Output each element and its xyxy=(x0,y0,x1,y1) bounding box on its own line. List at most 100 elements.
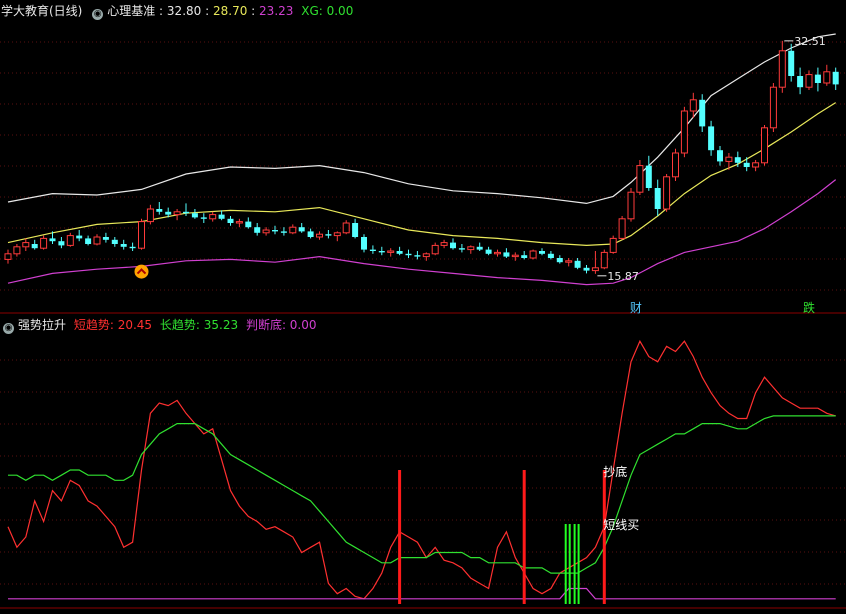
annotation-chaodi: 抄底 xyxy=(603,464,627,479)
candle-body xyxy=(476,246,483,250)
candle-body xyxy=(342,222,350,234)
candle-body xyxy=(663,176,671,210)
candle-body xyxy=(440,242,448,246)
candle-body xyxy=(396,251,403,254)
candle-body xyxy=(227,218,234,223)
candle-body xyxy=(654,188,661,209)
candle-body xyxy=(298,227,305,232)
candle-body xyxy=(618,218,626,239)
buy-signal-icon xyxy=(134,264,149,279)
candle-body xyxy=(316,233,323,238)
candle-body xyxy=(66,235,74,246)
candle-body xyxy=(797,76,804,88)
candle-body xyxy=(93,236,101,245)
candle-body xyxy=(699,99,706,127)
candle-body xyxy=(511,254,519,258)
candle-body xyxy=(4,253,12,260)
candle-body xyxy=(209,214,217,220)
candle-body xyxy=(76,235,83,239)
candle-body xyxy=(245,221,252,228)
candle-body xyxy=(191,213,198,218)
candle-body xyxy=(556,258,563,263)
candle-body xyxy=(743,162,750,167)
candle-body xyxy=(717,150,723,162)
candle-body xyxy=(503,252,510,257)
candle-body xyxy=(31,244,38,249)
chart-canvas: 32.51 15.87 财 跌 抄底 短线买 xyxy=(0,33,846,609)
candle-body xyxy=(450,242,456,249)
candle-body xyxy=(289,226,297,234)
candle-body xyxy=(467,246,475,251)
candle-body xyxy=(369,249,376,251)
candle-body xyxy=(102,237,109,240)
candle-body xyxy=(254,227,261,233)
series-short-line xyxy=(7,339,836,600)
candle-body xyxy=(539,251,545,254)
candle-body xyxy=(734,157,741,163)
candle-body xyxy=(458,248,465,250)
candle-body xyxy=(85,238,92,244)
candle-body xyxy=(645,165,652,188)
candle-body xyxy=(58,241,65,246)
candle-body xyxy=(832,71,839,85)
upper-band-line xyxy=(7,33,836,205)
candle-body xyxy=(591,267,599,272)
candle-body xyxy=(146,208,154,223)
annotation-duanxian: 短线买 xyxy=(603,518,639,532)
candle-body xyxy=(422,253,430,258)
candle-body xyxy=(547,253,554,258)
candle-body xyxy=(120,244,127,247)
series-judge-line xyxy=(8,587,836,600)
candle-body xyxy=(272,230,278,232)
candle-body xyxy=(156,209,163,212)
candle-body xyxy=(600,251,608,269)
candle-body xyxy=(173,211,181,216)
candle-body xyxy=(183,211,189,214)
candle-body xyxy=(788,50,795,76)
candle-body xyxy=(680,110,688,154)
candle-body xyxy=(672,152,679,178)
candle-body xyxy=(361,237,367,250)
candle-body xyxy=(307,231,314,237)
candle-body xyxy=(521,255,528,258)
candle-body xyxy=(138,221,145,249)
candle-body xyxy=(22,242,30,248)
candle-body xyxy=(583,267,590,271)
candle-body xyxy=(165,211,172,215)
candle-body xyxy=(13,246,21,255)
candle-body xyxy=(49,238,56,242)
high-label: 32.51 xyxy=(794,35,826,48)
candle-body xyxy=(752,162,760,168)
candle-body xyxy=(129,246,136,249)
candle-body xyxy=(805,74,813,88)
low-label: 15.87 xyxy=(607,270,639,283)
candle-body xyxy=(280,231,287,233)
candle-body xyxy=(235,221,243,224)
candle-body xyxy=(40,237,48,249)
oscillator-panel xyxy=(7,339,836,604)
candle-body xyxy=(325,234,332,236)
candle-body xyxy=(262,229,270,234)
candlesticks[interactable] xyxy=(4,40,839,279)
candle-body xyxy=(823,71,831,84)
candle-body xyxy=(778,50,786,88)
candle-body xyxy=(574,260,581,268)
buy-signal-icon xyxy=(134,264,149,279)
candle-body xyxy=(494,251,501,255)
candle-body xyxy=(636,165,644,193)
candle-body xyxy=(609,237,617,253)
candle-body xyxy=(485,249,492,254)
candle-body xyxy=(405,253,412,256)
marker-die: 跌 xyxy=(803,300,815,315)
candle-body xyxy=(627,191,635,220)
candle-body xyxy=(111,239,118,244)
candle-body xyxy=(352,223,359,237)
candle-body xyxy=(431,244,439,255)
candle-body xyxy=(378,251,385,253)
candle-body xyxy=(725,156,733,162)
candle-body xyxy=(333,232,341,237)
candle-body xyxy=(200,217,207,219)
candle-body xyxy=(814,74,821,83)
candle-body xyxy=(387,250,395,253)
candle-body xyxy=(529,250,537,259)
